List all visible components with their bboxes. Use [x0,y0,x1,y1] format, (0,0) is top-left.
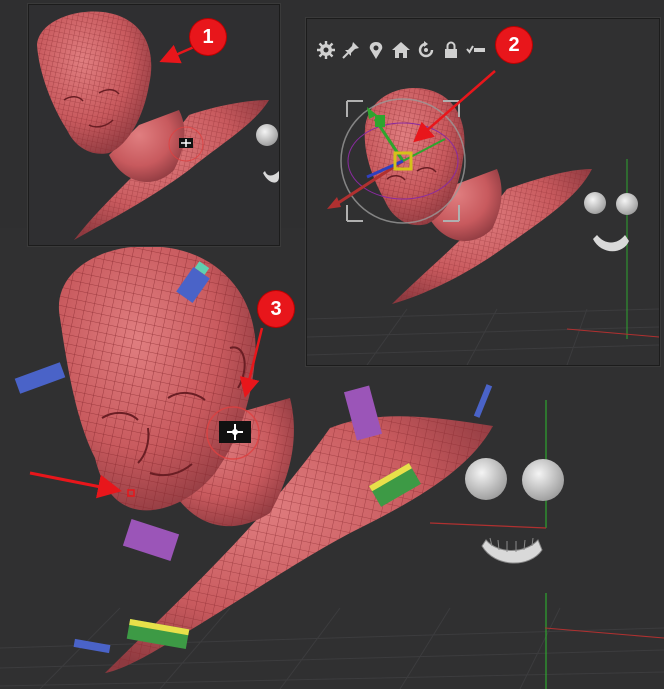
callout-3: 3 [258,291,294,327]
location-icon[interactable] [365,39,387,61]
eyeball-right[interactable] [522,459,564,501]
home-icon[interactable] [390,39,412,61]
reset-icon[interactable] [415,39,437,61]
callout-1: 1 [190,19,226,55]
lock-icon[interactable] [440,39,462,61]
gear-icon[interactable] [315,39,337,61]
pin-icon[interactable] [340,39,362,61]
inset-viewport-2[interactable] [306,18,660,366]
callout-2: 2 [496,27,532,63]
inset-viewport-1[interactable] [28,4,280,246]
eyeball-left[interactable] [465,458,507,500]
checklist-icon[interactable] [465,39,487,61]
gizmo-toolbar [315,39,487,61]
